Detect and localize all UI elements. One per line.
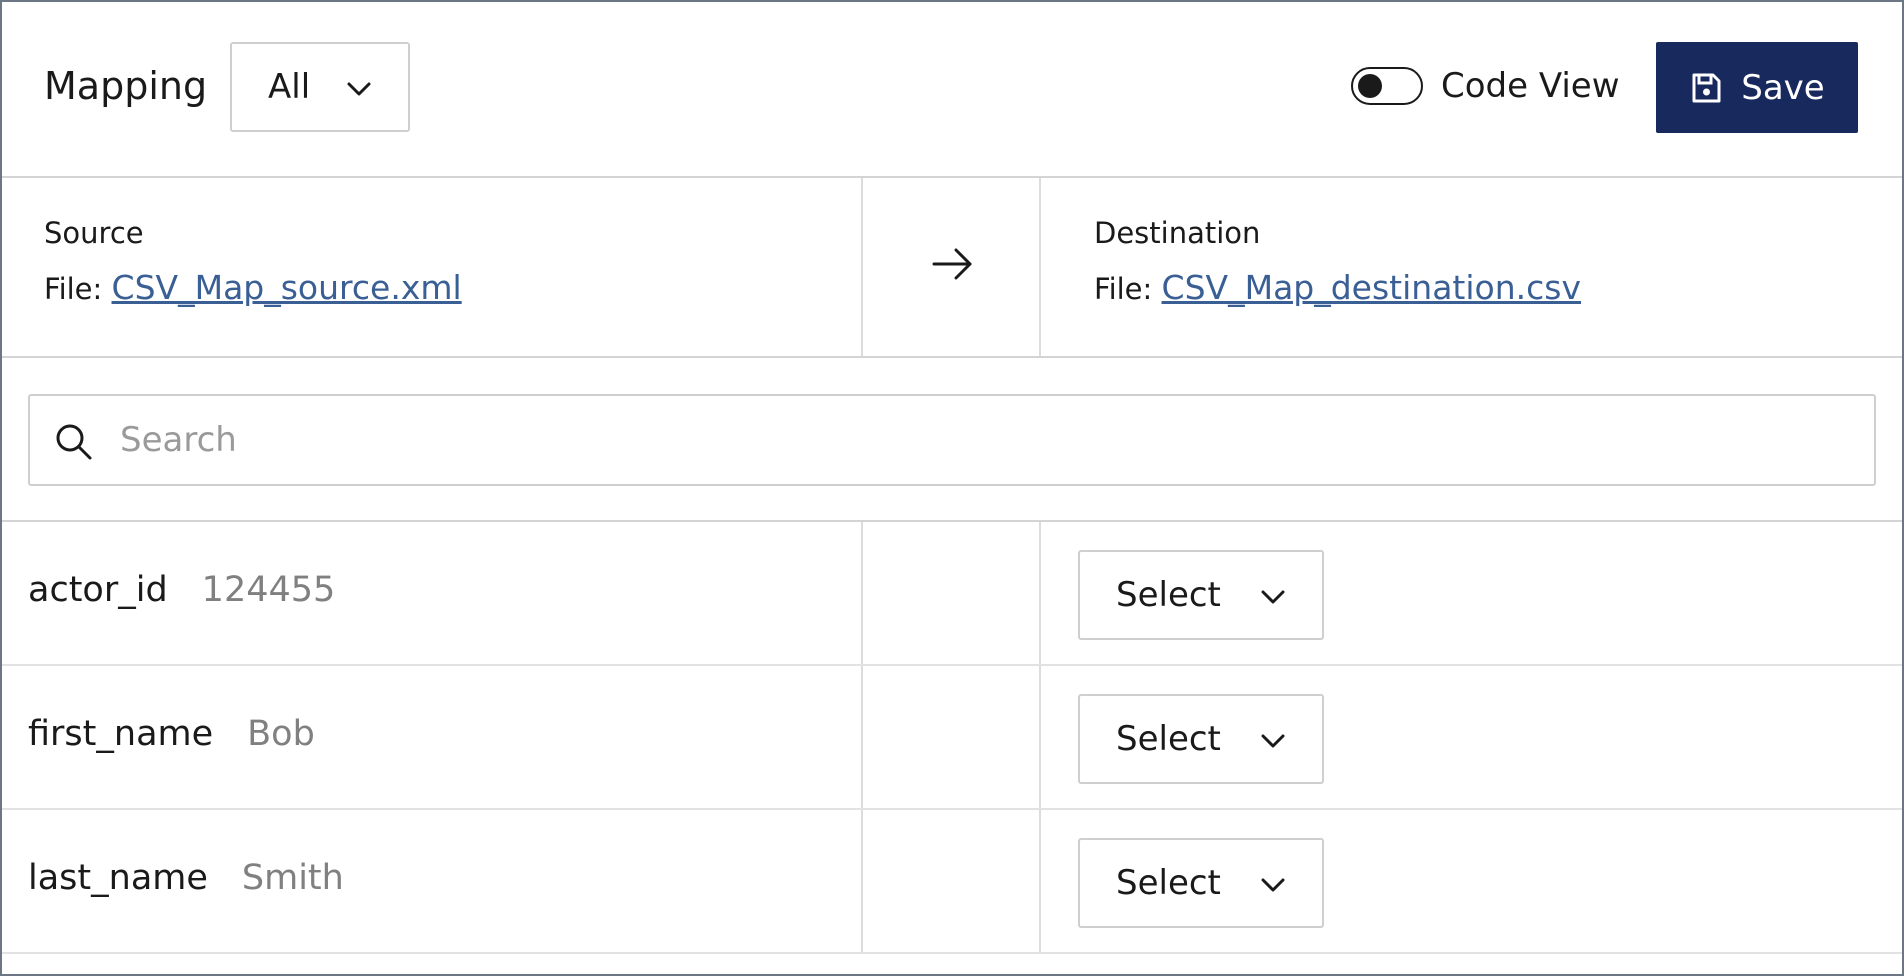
- header-bar: Mapping All Code View Save: [2, 2, 1902, 178]
- page-title: Mapping: [44, 64, 208, 108]
- toggle-switch[interactable]: [1351, 67, 1423, 105]
- column-divider: [1039, 666, 1041, 808]
- destination-select[interactable]: Select: [1078, 694, 1324, 784]
- file-info-row: Source File: CSV_Map_source.xml Destinat…: [2, 178, 1902, 358]
- chevron-down-icon: [1258, 582, 1288, 612]
- code-view-label: Code View: [1441, 66, 1620, 106]
- column-divider: [861, 666, 863, 808]
- chevron-down-icon: [1258, 870, 1288, 900]
- field-sample-value: 124455: [201, 570, 336, 610]
- source-heading: Source: [44, 216, 144, 250]
- mapping-rows: actor_id 124455 Select first_name Bob Sele…: [2, 522, 1902, 954]
- field-sample-value: Bob: [247, 714, 315, 754]
- toggle-knob: [1358, 74, 1382, 98]
- select-label: Select: [1116, 575, 1221, 615]
- code-view-toggle[interactable]: Code View: [1351, 66, 1620, 106]
- source-file-block: Source File: CSV_Map_source.xml: [44, 216, 462, 307]
- mapping-filter-select[interactable]: All: [230, 42, 410, 132]
- mapping-row: first_name Bob Select: [2, 666, 1902, 810]
- filter-selected-value: All: [268, 67, 311, 107]
- field-name: actor_id: [28, 570, 168, 610]
- save-button-label: Save: [1741, 67, 1825, 108]
- destination-file-block: Destination File: CSV_Map_destination.cs…: [1094, 216, 1581, 307]
- column-divider: [1039, 810, 1041, 952]
- arrow-right-icon: [930, 244, 976, 284]
- select-label: Select: [1116, 863, 1221, 903]
- destination-select[interactable]: Select: [1078, 550, 1324, 640]
- column-divider: [861, 522, 863, 664]
- destination-file-link[interactable]: CSV_Map_destination.csv: [1162, 268, 1581, 307]
- source-field: last_name Smith: [28, 858, 344, 898]
- source-field: actor_id 124455: [28, 570, 335, 610]
- destination-file-prefix: File:: [1094, 272, 1153, 306]
- mapping-row: last_name Smith Select: [2, 810, 1902, 954]
- save-icon: [1689, 71, 1723, 105]
- field-name: last_name: [28, 858, 208, 898]
- search-input[interactable]: [120, 396, 1860, 484]
- source-file-link[interactable]: CSV_Map_source.xml: [112, 268, 462, 307]
- destination-heading: Destination: [1094, 216, 1261, 250]
- chevron-down-icon: [344, 74, 374, 104]
- search-icon: [52, 420, 96, 464]
- source-file-prefix: File:: [44, 272, 103, 306]
- select-label: Select: [1116, 719, 1221, 759]
- mapping-panel: Mapping All Code View Save Source File: …: [0, 0, 1904, 976]
- destination-file-line: File: CSV_Map_destination.csv: [1094, 268, 1581, 307]
- mapping-row: actor_id 124455 Select: [2, 522, 1902, 666]
- search-area: [2, 358, 1902, 522]
- source-file-line: File: CSV_Map_source.xml: [44, 268, 462, 307]
- column-divider: [1039, 178, 1041, 356]
- chevron-down-icon: [1258, 726, 1288, 756]
- field-name: first_name: [28, 714, 214, 754]
- column-divider: [861, 178, 863, 356]
- save-button[interactable]: Save: [1656, 42, 1858, 133]
- source-field: first_name Bob: [28, 714, 315, 754]
- field-sample-value: Smith: [241, 858, 344, 898]
- column-divider: [1039, 522, 1041, 664]
- search-box[interactable]: [28, 394, 1876, 486]
- column-divider: [861, 810, 863, 952]
- destination-select[interactable]: Select: [1078, 838, 1324, 928]
